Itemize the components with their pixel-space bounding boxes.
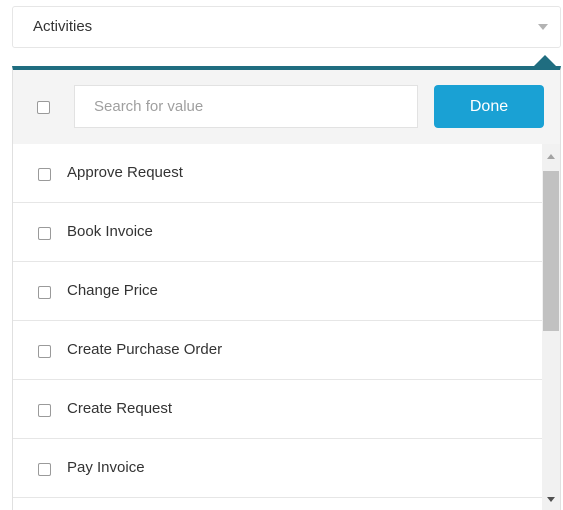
item-label: Change Price [67, 282, 158, 299]
list-scrollbar[interactable] [542, 144, 560, 510]
item-label: Create Request [67, 400, 173, 417]
list-item[interactable]: Book Invoice [13, 203, 542, 262]
list-item[interactable]: Create Purchase Order [13, 321, 542, 380]
item-checkbox[interactable] [38, 345, 51, 358]
search-input[interactable] [74, 85, 418, 128]
item-label: Pay Invoice [67, 459, 145, 476]
item-checkbox[interactable] [38, 463, 51, 476]
item-checkbox[interactable] [38, 168, 51, 181]
list-item[interactable]: Pay Invoice [13, 439, 542, 498]
item-label: Create Purchase Order [67, 341, 223, 358]
done-button[interactable]: Done [434, 85, 544, 128]
select-all-checkbox[interactable] [37, 101, 50, 114]
activities-select[interactable]: Activities [12, 6, 561, 48]
item-checkbox[interactable] [38, 227, 51, 240]
value-picker-popup: Done Approve Request Book Invoice Change… [12, 66, 561, 510]
item-label: Book Invoice [67, 223, 153, 240]
item-label: Approve Request [67, 164, 183, 181]
scroll-down-arrow-icon[interactable] [547, 497, 555, 502]
list-item[interactable]: Change Price [13, 262, 542, 321]
scrollbar-thumb[interactable] [543, 171, 559, 331]
value-list: Approve Request Book Invoice Change Pric… [13, 144, 542, 510]
item-checkbox[interactable] [38, 286, 51, 299]
scroll-up-arrow-icon[interactable] [547, 154, 555, 159]
list-item[interactable]: Approve Request [13, 144, 542, 203]
list-item[interactable]: Create Request [13, 380, 542, 439]
select-value: Activities [33, 18, 93, 35]
caret-down-icon [538, 24, 548, 30]
popup-header: Done [13, 70, 560, 144]
item-checkbox[interactable] [38, 404, 51, 417]
